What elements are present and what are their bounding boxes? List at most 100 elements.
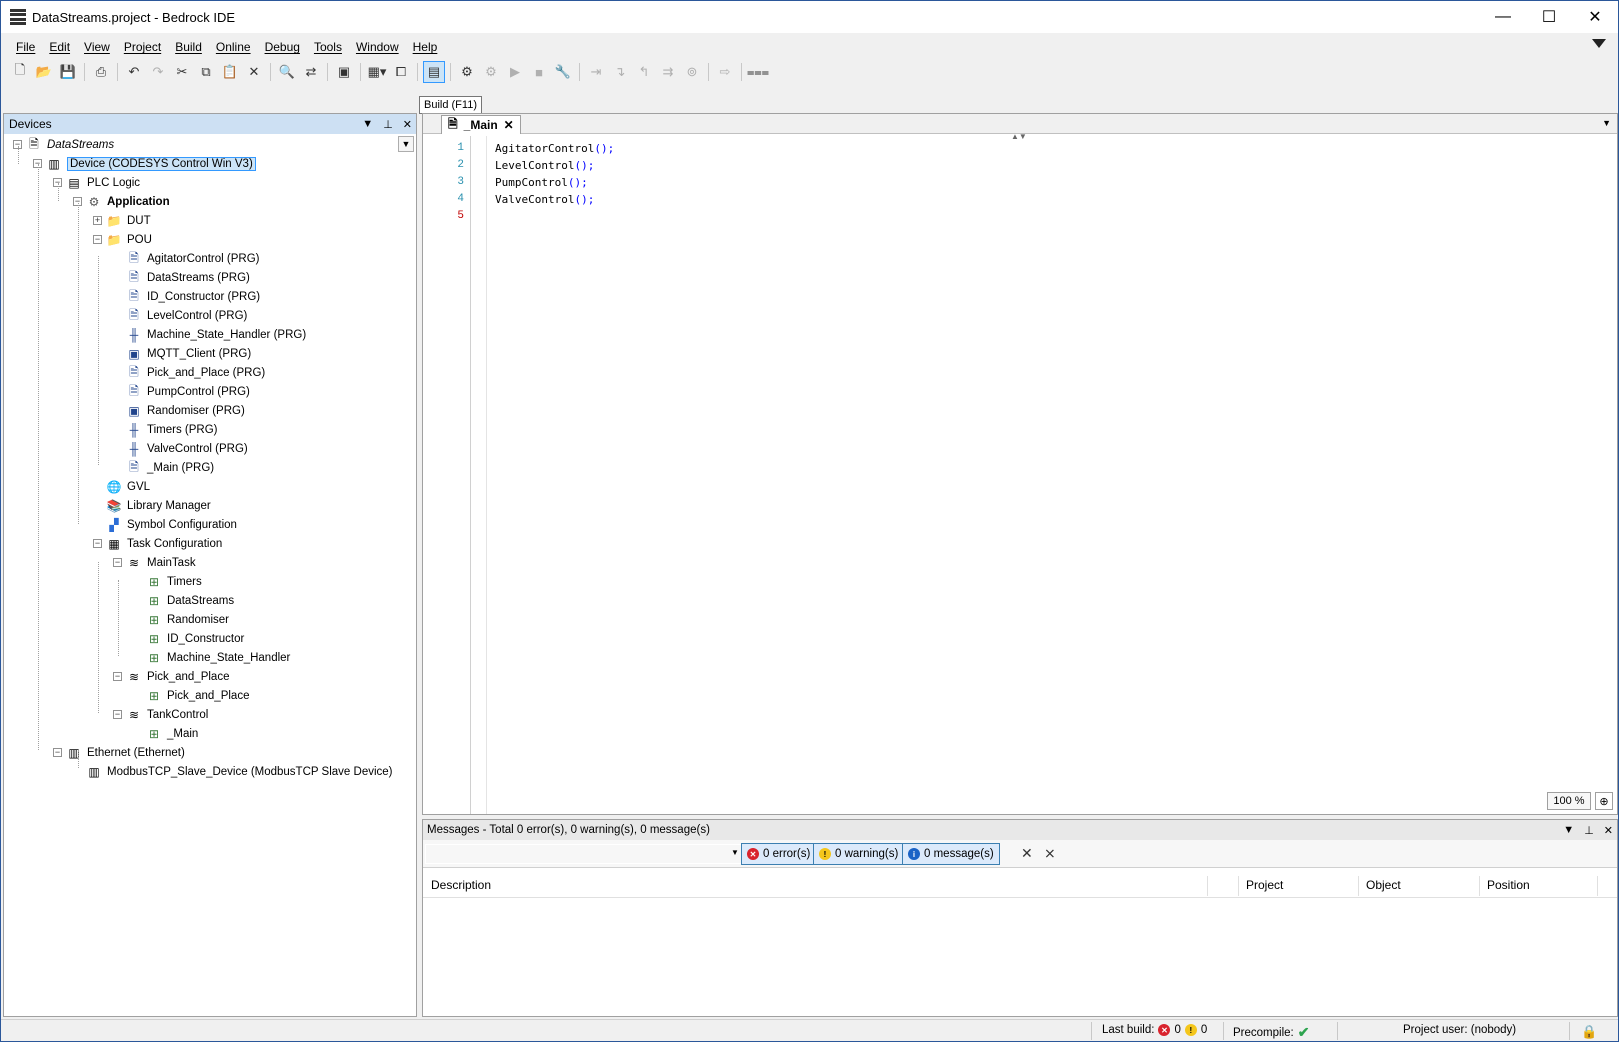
tree-item[interactable]: ╫ ValveControl (PRG): [126, 440, 248, 458]
logout-icon[interactable]: ⚙: [480, 61, 502, 83]
tree-dropdown-icon[interactable]: ▼: [398, 136, 414, 152]
tree-item[interactable]: ⊞ ID_Constructor: [146, 630, 244, 648]
menu-view[interactable]: View: [77, 40, 117, 54]
tree-item[interactable]: ▞ Symbol Configuration: [106, 516, 237, 534]
undo-icon[interactable]: ↶: [123, 61, 145, 83]
tree-item[interactable]: ╫ Machine_State_Handler (PRG): [126, 326, 306, 344]
tree-item[interactable]: − ▤ PLC Logic: [53, 174, 140, 192]
build-icon[interactable]: ▤: [423, 61, 445, 83]
menu-file[interactable]: File: [9, 40, 42, 54]
paste-icon[interactable]: 📋: [219, 61, 241, 83]
tree-item[interactable]: 🗎 Pick_and_Place (PRG): [126, 364, 265, 382]
messages-pin-icon[interactable]: ⊥: [1584, 824, 1594, 837]
menu-debug[interactable]: Debug: [258, 40, 307, 54]
tab-main[interactable]: 🗎 _Main ✕: [441, 115, 521, 134]
tree-item[interactable]: − 📁 POU: [93, 231, 152, 249]
delete-icon[interactable]: ✕: [243, 61, 265, 83]
stop-icon[interactable]: ■: [528, 61, 550, 83]
tree-item[interactable]: − 🗎 DataStreams: [13, 136, 114, 154]
collapse-icon[interactable]: −: [93, 235, 102, 244]
tree-item[interactable]: ⊞ Timers: [146, 573, 202, 591]
bookmark-icon[interactable]: ▣: [333, 61, 355, 83]
tree-item[interactable]: − ≋ MainTask: [113, 554, 196, 572]
find-icon[interactable]: 🔍: [276, 61, 298, 83]
run-to-cursor-icon[interactable]: ⇉: [657, 61, 679, 83]
toolbar-options-icon[interactable]: ⩶: [747, 61, 769, 83]
tree-item[interactable]: ⊞ _Main: [146, 725, 198, 743]
save-icon[interactable]: 💾: [57, 61, 79, 83]
tree-item[interactable]: − ▦ Task Configuration: [93, 535, 222, 553]
tab-list-dropdown-icon[interactable]: ▼: [1602, 118, 1611, 128]
collapse-icon[interactable]: −: [113, 710, 122, 719]
filter-icon[interactable]: [1592, 39, 1606, 48]
errors-filter-button[interactable]: ✕ 0 error(s): [741, 843, 817, 865]
login-icon[interactable]: ⚙: [456, 61, 478, 83]
tree-item[interactable]: ▣ Randomiser (PRG): [126, 402, 244, 420]
step-out-icon[interactable]: ↰: [633, 61, 655, 83]
pane-menu-icon[interactable]: ▼: [362, 118, 373, 130]
messages-close-icon[interactable]: ✕: [1604, 824, 1613, 837]
zoom-level[interactable]: 100 %: [1547, 792, 1591, 810]
object-properties-icon[interactable]: ⧠: [390, 61, 412, 83]
clear-messages-icon[interactable]: ✕: [1021, 845, 1033, 862]
col-project[interactable]: Project: [1246, 878, 1283, 892]
collapse-icon[interactable]: −: [113, 672, 122, 681]
message-category-dropdown-icon[interactable]: ▼: [731, 848, 739, 857]
maximize-button[interactable]: ☐: [1526, 1, 1572, 33]
split-handle-icon[interactable]: ▲▼: [1011, 132, 1027, 141]
message-category-select[interactable]: [425, 844, 745, 864]
code-line[interactable]: AgitatorControl();: [495, 142, 614, 155]
pane-close-icon[interactable]: ✕: [403, 118, 412, 131]
tree-item[interactable]: ⊞ Machine_State_Handler: [146, 649, 290, 667]
step-over-icon[interactable]: ⇥: [585, 61, 607, 83]
code-line[interactable]: PumpControl();: [495, 176, 588, 189]
collapse-icon[interactable]: −: [53, 748, 62, 757]
tree-item[interactable]: 🗎 PumpControl (PRG): [126, 383, 250, 401]
cut-icon[interactable]: ✂: [171, 61, 193, 83]
tree-item[interactable]: + 📁 DUT: [93, 212, 151, 230]
tree-item[interactable]: 🗎 ID_Constructor (PRG): [126, 288, 260, 306]
replace-icon[interactable]: ⇄: [300, 61, 322, 83]
lock-icon[interactable]: 🔒: [1581, 1024, 1597, 1040]
menu-online[interactable]: Online: [209, 40, 258, 54]
menu-edit[interactable]: Edit: [42, 40, 77, 54]
breakpoint-icon[interactable]: ⊚: [681, 61, 703, 83]
tree-item[interactable]: − ≋ Pick_and_Place: [113, 668, 229, 686]
step-into-icon[interactable]: ↴: [609, 61, 631, 83]
tree-item[interactable]: 📚 Library Manager: [106, 497, 211, 515]
tree-item[interactable]: ⊞ Randomiser: [146, 611, 229, 629]
clear-all-icon[interactable]: ⨯: [1044, 845, 1056, 862]
code-line[interactable]: LevelControl();: [495, 159, 594, 172]
tree-item[interactable]: ⊞ DataStreams: [146, 592, 234, 610]
redo-icon[interactable]: ↷: [147, 61, 169, 83]
tree-item[interactable]: ▣ MQTT_Client (PRG): [126, 345, 251, 363]
tab-close-icon[interactable]: ✕: [504, 118, 514, 132]
menu-tools[interactable]: Tools: [307, 40, 349, 54]
start-icon[interactable]: ▶: [504, 61, 526, 83]
warnings-filter-button[interactable]: ! 0 warning(s): [813, 843, 905, 865]
zoom-icon[interactable]: ⊕: [1595, 792, 1613, 810]
show-next-statement-icon[interactable]: ⇨: [714, 61, 736, 83]
copy-icon[interactable]: ⧉: [195, 61, 217, 83]
tree-item[interactable]: − ▥ Ethernet (Ethernet): [53, 744, 185, 762]
menu-project[interactable]: Project: [117, 40, 168, 54]
tree-item[interactable]: ▥ ModbusTCP_Slave_Device (ModbusTCP Slave…: [86, 763, 392, 781]
tree-item[interactable]: − ≋ TankControl: [113, 706, 208, 724]
tree-item[interactable]: 🗎 AgitatorControl (PRG): [126, 250, 259, 268]
minimize-button[interactable]: —: [1480, 1, 1526, 33]
add-object-icon[interactable]: ▦▾: [366, 61, 388, 83]
pin-icon[interactable]: ⊥: [383, 118, 393, 131]
reset-tool-icon[interactable]: 🔧: [552, 61, 574, 83]
tree-item[interactable]: ⊞ Pick_and_Place: [146, 687, 250, 705]
new-project-icon[interactable]: 🗋: [9, 61, 31, 83]
tree-item[interactable]: 🌐 GVL: [106, 478, 151, 496]
open-project-icon[interactable]: 📂: [33, 61, 55, 83]
menu-window[interactable]: Window: [349, 40, 406, 54]
expand-icon[interactable]: +: [93, 216, 102, 225]
collapse-icon[interactable]: −: [113, 558, 122, 567]
tree-item[interactable]: 🗎 DataStreams (PRG): [126, 269, 250, 287]
collapse-icon[interactable]: −: [93, 539, 102, 548]
tree-item[interactable]: − ▥ Device (CODESYS Control Win V3): [33, 155, 256, 173]
code-line[interactable]: ValveControl();: [495, 193, 594, 206]
messages-filter-button[interactable]: i 0 message(s): [902, 843, 1000, 865]
